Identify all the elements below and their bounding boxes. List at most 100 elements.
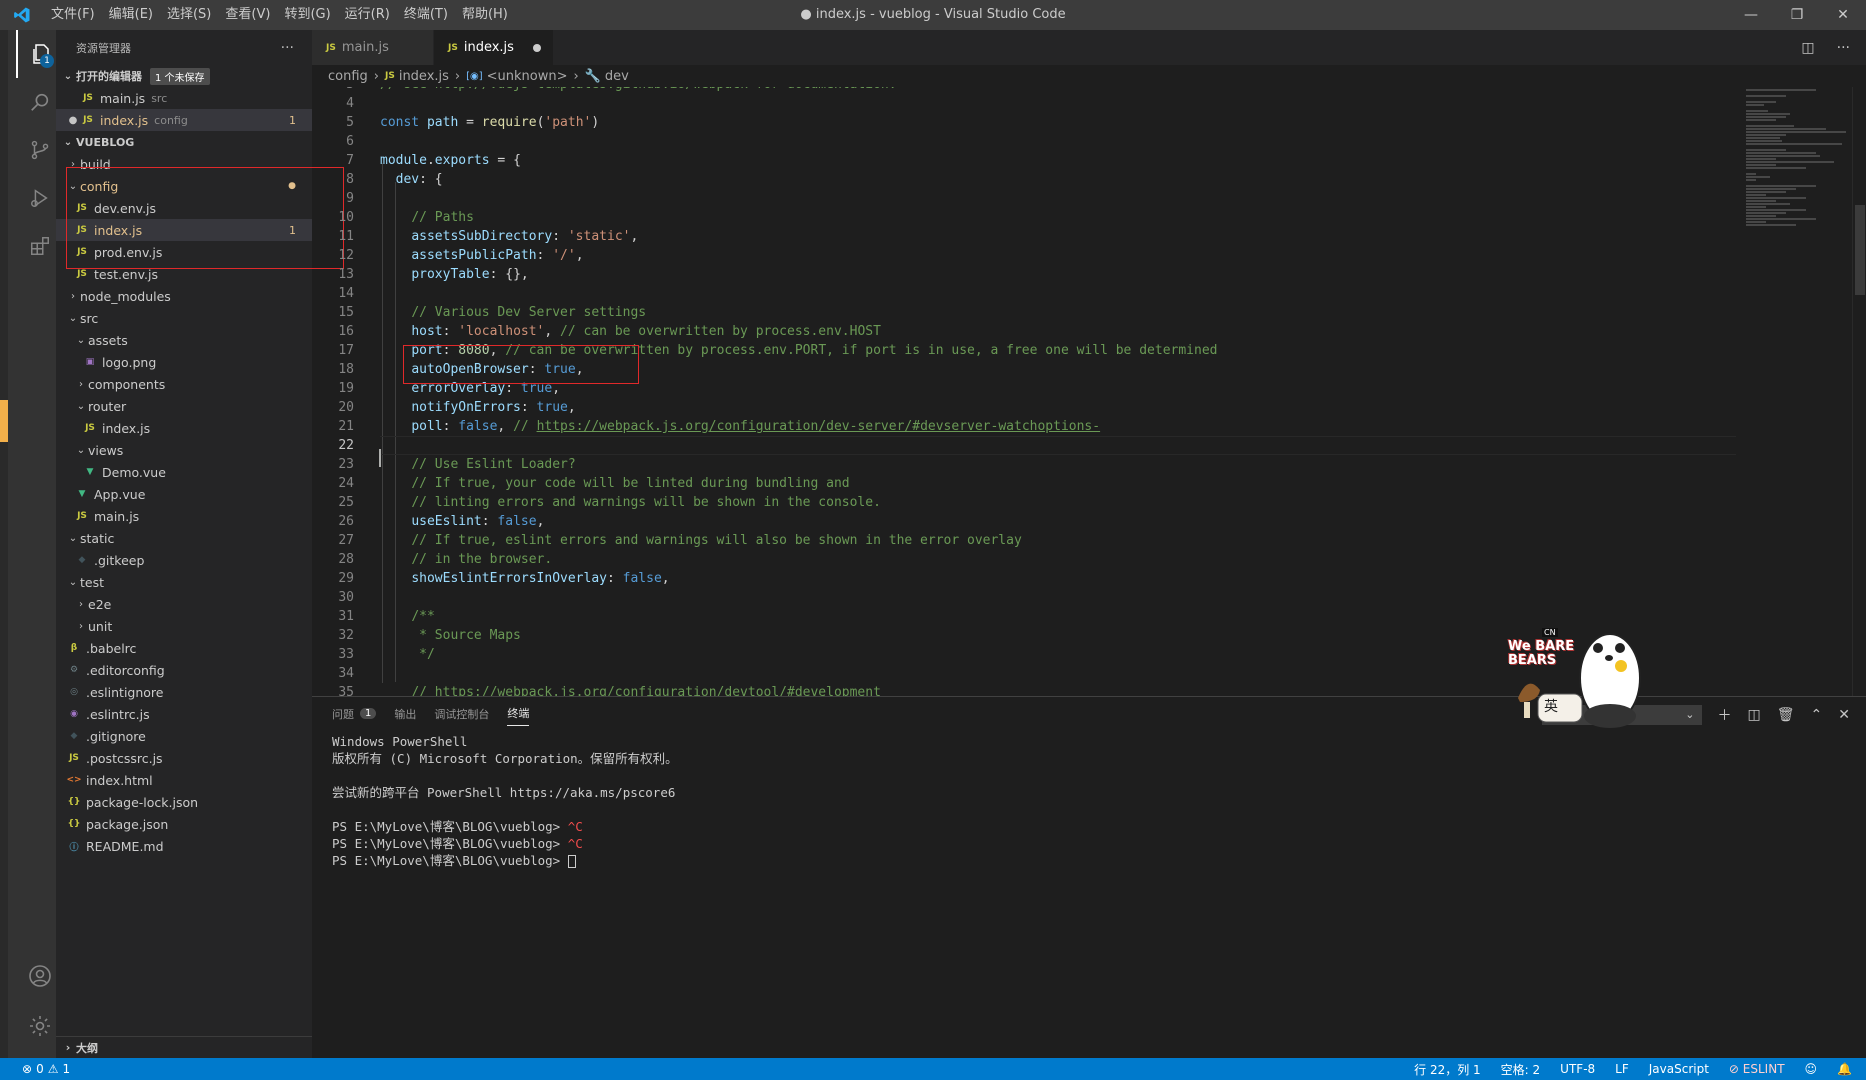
tree-file-main-js[interactable]: JS main.js bbox=[56, 505, 312, 527]
menu-file[interactable]: 文件(F) bbox=[44, 0, 102, 30]
unsaved-dot-icon[interactable] bbox=[533, 43, 541, 52]
code-line[interactable]: const path = require('path') bbox=[380, 113, 1736, 132]
code-line[interactable] bbox=[380, 189, 1736, 208]
feedback-icon[interactable]: ☺ bbox=[1805, 1062, 1818, 1076]
tab-index-js[interactable]: JS index.js bbox=[434, 30, 554, 65]
tab-main-js[interactable]: JS main.js bbox=[312, 30, 434, 65]
tree-file-prod-env-js[interactable]: JS prod.env.js bbox=[56, 241, 312, 263]
code-line[interactable]: poll: false, // https://webpack.js.org/c… bbox=[380, 417, 1736, 436]
code-lines[interactable]: // see http://vuejs-templates.github.io/… bbox=[380, 87, 1736, 696]
tree-file-gitignore[interactable]: ◆ .gitignore bbox=[56, 725, 312, 747]
code-editor[interactable]: 3456789101112131415161718192021222324252… bbox=[312, 87, 1866, 696]
close-panel-icon[interactable]: ✕ bbox=[1838, 707, 1850, 723]
cursor-position[interactable]: 行 22，列 1 bbox=[1414, 1061, 1481, 1078]
tree-file-app-vue[interactable]: ▼ App.vue bbox=[56, 483, 312, 505]
tab-problems[interactable]: 问题 1 bbox=[332, 705, 377, 726]
code-line[interactable]: dev: { bbox=[380, 170, 1736, 189]
unsaved-dot-icon[interactable]: ● bbox=[66, 115, 80, 126]
tree-folder-build[interactable]: › build bbox=[56, 153, 312, 175]
code-line[interactable]: showEslintErrorsInOverlay: false, bbox=[380, 569, 1736, 588]
tree-folder-assets[interactable]: ⌄ assets bbox=[56, 329, 312, 351]
code-line[interactable]: proxyTable: {}, bbox=[380, 265, 1736, 284]
code-line[interactable]: // If true, eslint errors and warnings w… bbox=[380, 531, 1736, 550]
tree-file-package-lock-json[interactable]: {} package-lock.json bbox=[56, 791, 312, 813]
breadcrumb-folder[interactable]: config bbox=[328, 69, 368, 84]
tree-file-eslintrc-js[interactable]: ◉ .eslintrc.js bbox=[56, 703, 312, 725]
project-header[interactable]: ⌄ VUEBLOG bbox=[56, 131, 312, 153]
eslint-status[interactable]: ⊘ ESLINT bbox=[1729, 1062, 1785, 1076]
open-editor-main-js[interactable]: JS main.js src bbox=[56, 87, 312, 109]
menu-view[interactable]: 查看(V) bbox=[218, 0, 277, 30]
chevron-up-icon[interactable]: ⌃ bbox=[1811, 707, 1823, 723]
menu-selection[interactable]: 选择(S) bbox=[160, 0, 218, 30]
split-editor-icon[interactable]: ◫ bbox=[1801, 40, 1814, 56]
code-line[interactable]: // If true, your code will be linted dur… bbox=[380, 474, 1736, 493]
breadcrumb-symbol[interactable]: <unknown> bbox=[487, 69, 568, 84]
tree-file-index-html[interactable]: <> index.html bbox=[56, 769, 312, 791]
code-line[interactable]: assetsSubDirectory: 'static', bbox=[380, 227, 1736, 246]
code-line[interactable]: // linting errors and warnings will be s… bbox=[380, 493, 1736, 512]
menu-run[interactable]: 运行(R) bbox=[338, 0, 397, 30]
code-line[interactable]: // Various Dev Server settings bbox=[380, 303, 1736, 322]
tree-file-index-js[interactable]: JS index.js 1 bbox=[56, 219, 312, 241]
menu-help[interactable]: 帮助(H) bbox=[455, 0, 515, 30]
tree-folder-components[interactable]: › components bbox=[56, 373, 312, 395]
menu-terminal[interactable]: 终端(T) bbox=[397, 0, 455, 30]
ime-bear-sticker[interactable]: We BARE BEARS CN 英 bbox=[1498, 618, 1648, 730]
code-line[interactable]: host: 'localhost', // can be overwritten… bbox=[380, 322, 1736, 341]
restore-icon[interactable]: ❐ bbox=[1774, 0, 1820, 30]
code-line[interactable]: notifyOnErrors: true, bbox=[380, 398, 1736, 417]
indentation[interactable]: 空格: 2 bbox=[1501, 1061, 1541, 1078]
minimize-icon[interactable]: — bbox=[1728, 0, 1774, 30]
code-line[interactable] bbox=[380, 588, 1736, 607]
tab-terminal[interactable]: 终端 bbox=[507, 705, 530, 726]
outline-header[interactable]: › 大纲 bbox=[56, 1036, 312, 1058]
tree-folder-e2e[interactable]: › e2e bbox=[56, 593, 312, 615]
end-of-line[interactable]: LF bbox=[1615, 1062, 1629, 1076]
status-problems[interactable]: ⊗ 0 ⚠ 1 bbox=[0, 1062, 70, 1076]
tree-file-dev-env-js[interactable]: JS dev.env.js bbox=[56, 197, 312, 219]
more-actions-icon[interactable]: ··· bbox=[1837, 40, 1850, 56]
terminal-output[interactable]: Windows PowerShell 版权所有 (C) Microsoft Co… bbox=[332, 733, 678, 869]
close-window-icon[interactable]: ✕ bbox=[1820, 0, 1866, 30]
code-line[interactable]: // Paths bbox=[380, 208, 1736, 227]
code-token[interactable]: https://webpack.js.org/configuration/dev… bbox=[435, 685, 881, 696]
code-line[interactable]: // in the browser. bbox=[380, 550, 1736, 569]
tree-file-eslintignore[interactable]: ◎ .eslintignore bbox=[56, 681, 312, 703]
tree-file-demo-vue[interactable]: ▼ Demo.vue bbox=[56, 461, 312, 483]
encoding[interactable]: UTF-8 bbox=[1560, 1062, 1595, 1076]
tree-folder-config[interactable]: ⌄ config ● bbox=[56, 175, 312, 197]
tree-folder-node-modules[interactable]: › node_modules bbox=[56, 285, 312, 307]
code-line[interactable]: // Use Eslint Loader? bbox=[380, 455, 1736, 474]
code-line[interactable]: assetsPublicPath: '/', bbox=[380, 246, 1736, 265]
language-mode[interactable]: JavaScript bbox=[1649, 1062, 1709, 1076]
minimap[interactable] bbox=[1740, 87, 1850, 696]
code-line[interactable] bbox=[380, 132, 1736, 151]
tree-file-logo-png[interactable]: ▣ logo.png bbox=[56, 351, 312, 373]
tree-file-editorconfig[interactable]: ⚙ .editorconfig bbox=[56, 659, 312, 681]
split-terminal-icon[interactable]: ◫ bbox=[1748, 707, 1761, 723]
tree-folder-static[interactable]: ⌄ static bbox=[56, 527, 312, 549]
code-line[interactable]: autoOpenBrowser: true, bbox=[380, 360, 1736, 379]
trash-icon[interactable]: 🗑 bbox=[1777, 707, 1795, 723]
scrollbar-thumb[interactable] bbox=[1855, 205, 1865, 295]
notifications-bell-icon[interactable]: 🔔 bbox=[1837, 1062, 1852, 1076]
new-terminal-plus-icon[interactable]: ＋ bbox=[1718, 705, 1732, 725]
code-line[interactable]: useEslint: false, bbox=[380, 512, 1736, 531]
code-line[interactable]: // see http://vuejs-templates.github.io/… bbox=[380, 87, 1736, 94]
code-line[interactable]: module.exports = { bbox=[380, 151, 1736, 170]
tree-file-test-env-js[interactable]: JS test.env.js bbox=[56, 263, 312, 285]
more-actions-icon[interactable]: ··· bbox=[281, 40, 294, 56]
tree-folder-router[interactable]: ⌄ router bbox=[56, 395, 312, 417]
open-editor-index-js[interactable]: ● JS index.js config 1 bbox=[56, 109, 312, 131]
editor-scrollbar[interactable] bbox=[1852, 87, 1866, 696]
tree-file-babelrc[interactable]: β .babelrc bbox=[56, 637, 312, 659]
tree-folder-unit[interactable]: › unit bbox=[56, 615, 312, 637]
tab-output[interactable]: 输出 bbox=[394, 705, 416, 726]
code-line[interactable] bbox=[380, 436, 1736, 455]
tree-file-gitkeep[interactable]: ◆ .gitkeep bbox=[56, 549, 312, 571]
tree-folder-views[interactable]: ⌄ views bbox=[56, 439, 312, 461]
tree-file-readme-md[interactable]: ⓘ README.md bbox=[56, 835, 312, 857]
open-editors-header[interactable]: ⌄ 打开的编辑器 1 个未保存 bbox=[56, 65, 312, 87]
tree-file-router-index-js[interactable]: JS index.js bbox=[56, 417, 312, 439]
